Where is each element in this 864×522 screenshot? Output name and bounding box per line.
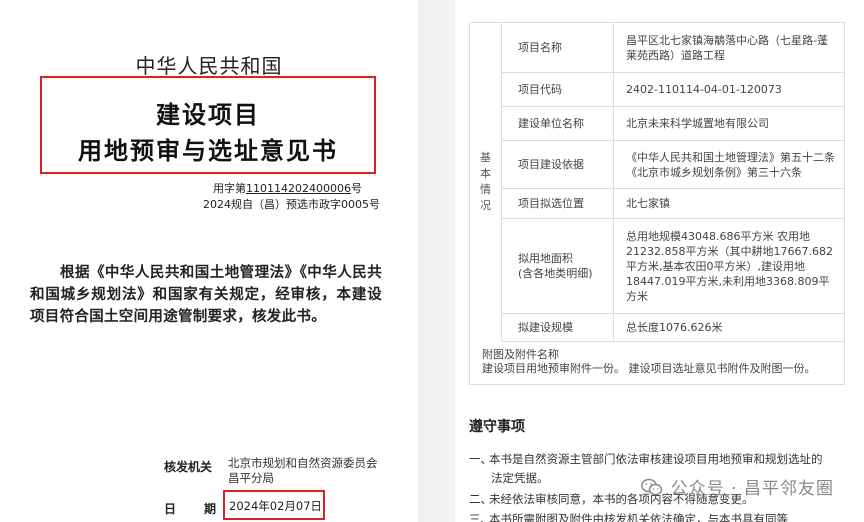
document-title-line1: 建设项目 bbox=[156, 101, 260, 129]
issue-date: 2024年02月07日 bbox=[229, 499, 323, 513]
row-key: 项目名称 bbox=[502, 23, 614, 72]
row-value: 北七家镇 bbox=[626, 197, 670, 210]
table-row: 拟建设规模 总长度1076.626米 bbox=[502, 314, 844, 342]
table-row: 项目名称 昌平区北七家镇海鶄落中心路（七星路-蓬莱苑西路）道路工程 bbox=[502, 23, 844, 73]
attachments-title: 附图及附件名称 bbox=[482, 348, 559, 361]
table-row: 拟用地面积 (含各地类明细) 总用地规模43048.686平方米 农用地2123… bbox=[502, 219, 844, 314]
row-value: 昌平区北七家镇海鶄落中心路（七星路-蓬莱苑西路）道路工程 bbox=[626, 33, 828, 62]
date-label: 日期 bbox=[164, 502, 216, 516]
watermark-text: 公众号 · 昌平邻友圈 bbox=[670, 479, 834, 499]
row-value: 总长度1076.626米 bbox=[626, 321, 723, 334]
row-value: 总用地规模43048.686平方米 农用地21232.858平方米（其中耕地17… bbox=[626, 229, 833, 303]
table-row: 项目代码 2402-110114-04-01-120073 bbox=[502, 73, 844, 107]
document-reference-number: 2024规自（昌）预选市政字0005号 bbox=[203, 198, 380, 211]
rule-item: 三、本书所需附图及附件由核发机关依法确定，与本书具有同等 bbox=[469, 512, 788, 522]
attachments-text: 建设项目用地预审附件一份。 建设项目选址意见书附件及附图一份。 bbox=[482, 362, 816, 375]
issuer-value: 北京市规划和自然资源委员会昌平分局 bbox=[228, 456, 378, 485]
issuer-label: 核发机关 bbox=[164, 460, 213, 474]
row-value: 北京未来科学城置地有限公司 bbox=[626, 117, 769, 130]
document-number-value: 110114202400006 bbox=[246, 182, 351, 195]
row-value: 2402-110114-04-01-120073 bbox=[626, 83, 782, 96]
table-row: 项目建设依据 《中华人民共和国土地管理法》第五十二条 《北京市城乡规划条例》第三… bbox=[502, 141, 844, 189]
document-number: 用字第110114202400006号 bbox=[213, 182, 362, 195]
approval-statement: 根据《中华人民共和国土地管理法》《中华人民共和国城乡规划法》和国家有关规定，经审… bbox=[30, 265, 382, 325]
country-heading: 中华人民共和国 bbox=[135, 54, 283, 78]
row-key: 项目拟选位置 bbox=[502, 189, 614, 218]
row-key: 项目建设依据 bbox=[502, 141, 614, 188]
wechat-icon bbox=[640, 478, 663, 495]
wechat-watermark: 公众号 · 昌平邻友圈 bbox=[640, 474, 834, 499]
title-highlight-box: 建设项目 用地预审与选址意见书 bbox=[40, 76, 376, 174]
row-value: 《中华人民共和国土地管理法》第五十二条 《北京市城乡规划条例》第三十六条 bbox=[626, 150, 835, 179]
row-key: 拟用地面积 (含各地类明细) bbox=[502, 219, 614, 313]
attachments-section: 附图及附件名称 建设项目用地预审附件一份。 建设项目选址意见书附件及附图一份。 bbox=[470, 342, 844, 384]
table-row: 建设单位名称 北京未来科学城置地有限公司 bbox=[502, 107, 844, 141]
approval-document-details: 基 本 情 况 项目名称 昌平区北七家镇海鶄落中心路（七星路-蓬莱苑西路）道路工… bbox=[455, 0, 864, 522]
table-row: 项目拟选位置 北七家镇 bbox=[502, 189, 844, 219]
row-key: 拟建设规模 bbox=[502, 314, 614, 341]
date-highlight-box: 2024年02月07日 bbox=[223, 490, 325, 520]
basic-info-side-label: 基 本 情 况 bbox=[470, 23, 502, 341]
row-key: 建设单位名称 bbox=[502, 107, 614, 140]
basic-info-table: 基 本 情 况 项目名称 昌平区北七家镇海鶄落中心路（七星路-蓬莱苑西路）道路工… bbox=[469, 22, 845, 385]
rules-heading: 遵守事项 bbox=[469, 419, 525, 435]
document-title-line2: 用地预审与选址意见书 bbox=[78, 137, 338, 165]
approval-document-cover: 中华人民共和国 建设项目 用地预审与选址意见书 用字第1101142024000… bbox=[0, 0, 418, 522]
row-key: 项目代码 bbox=[502, 73, 614, 106]
